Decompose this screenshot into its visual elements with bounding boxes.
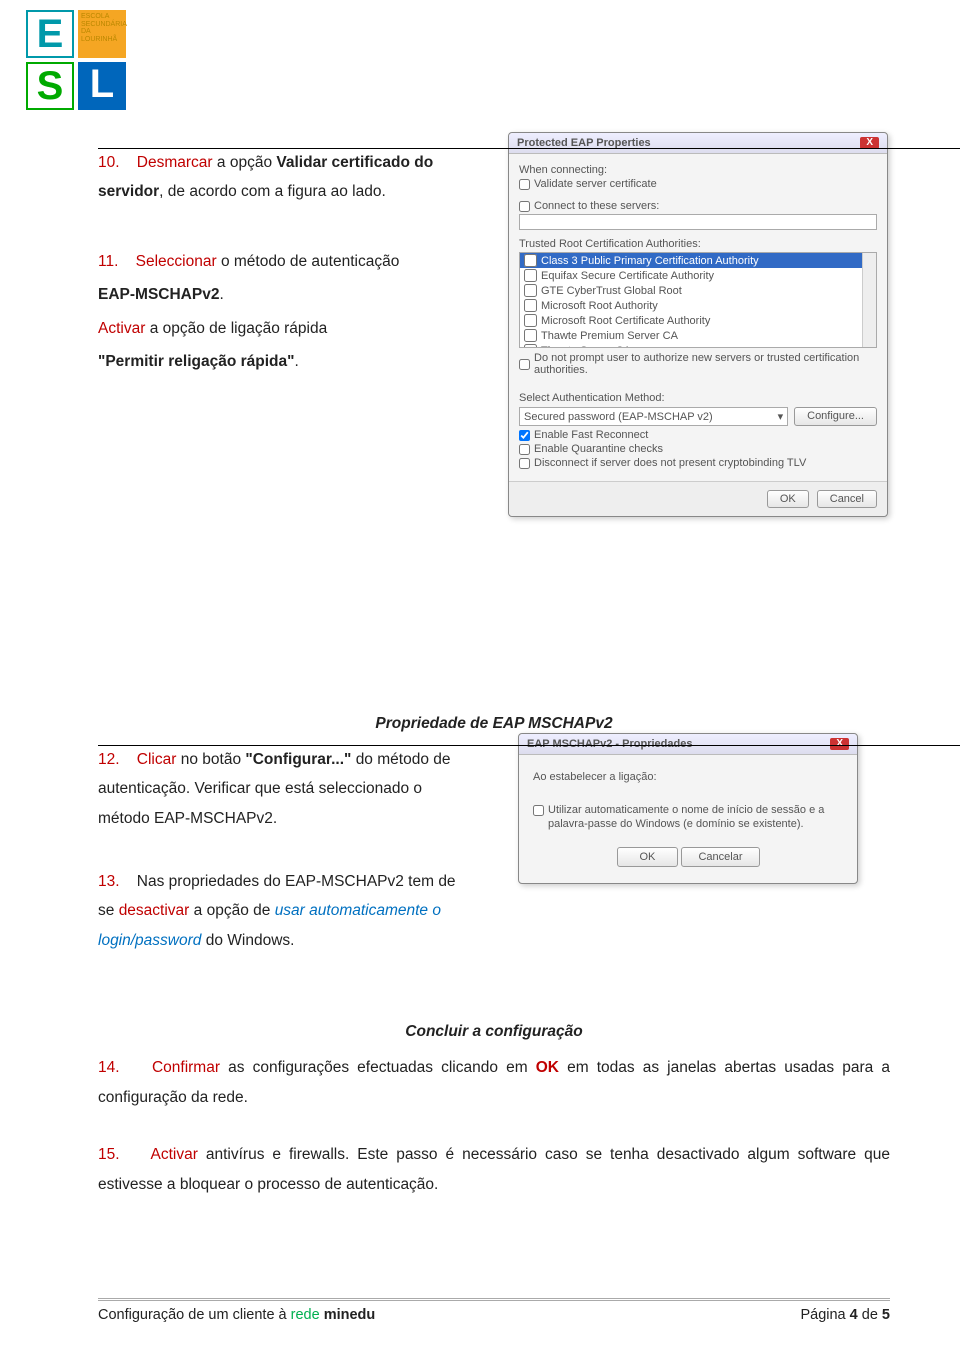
step-14: 14. Confirmar as configurações efectuada… xyxy=(98,1053,890,1112)
step-15: 15. Activar antivírus e firewalls. Este … xyxy=(98,1140,890,1199)
select-auth-label: Select Authentication Method: xyxy=(519,392,877,404)
heading-eap-mschapv2: Propriedade de EAP MSCHAPv2 xyxy=(98,715,890,733)
close-icon[interactable]: X xyxy=(830,738,849,750)
page-footer: Configuração de um cliente à rede minedu… xyxy=(98,1298,890,1323)
heading-conclude: Concluir a configuração xyxy=(98,1023,890,1041)
servers-input[interactable] xyxy=(519,214,877,230)
step-11: 11. Seleccionar o método de autenticação xyxy=(98,247,458,276)
when-connecting-label: When connecting: xyxy=(519,164,877,176)
ok-button[interactable]: OK xyxy=(617,847,679,867)
school-logo: E ESCOLA SECUNDÁRIA DA LOURINHÃ S L xyxy=(26,10,126,110)
dialog1-title: Protected EAP Properties xyxy=(517,137,651,149)
auto-login-checkbox[interactable]: Utilizar automaticamente o nome de iníci… xyxy=(533,803,843,832)
configure-button[interactable]: Configure... xyxy=(794,407,877,426)
protected-eap-dialog: Protected EAP Properties X When connecti… xyxy=(508,132,888,517)
cancel-button[interactable]: Cancel xyxy=(817,490,877,508)
quarantine-checkbox[interactable]: Enable Quarantine checks xyxy=(519,443,877,455)
cancel-button[interactable]: Cancelar xyxy=(681,847,759,867)
validate-cert-checkbox[interactable]: Validate server certificate xyxy=(519,178,877,190)
connect-servers-checkbox[interactable]: Connect to these servers: xyxy=(519,200,877,212)
chevron-down-icon: ▾ xyxy=(778,410,784,423)
step-13: 13. Nas propriedades do EAP-MSCHAPv2 tem… xyxy=(98,867,458,955)
step-12: 12. Clicar no botão "Configurar..." do m… xyxy=(98,745,458,833)
cryptobinding-checkbox[interactable]: Disconnect if server does not present cr… xyxy=(519,457,877,469)
close-icon[interactable]: X xyxy=(860,137,879,149)
trusted-ca-label: Trusted Root Certification Authorities: xyxy=(519,238,877,250)
step-10: 10. Desmarcar a opção Validar certificad… xyxy=(98,148,458,207)
ok-button[interactable]: OK xyxy=(767,490,809,508)
fast-reconnect-checkbox[interactable]: Enable Fast Reconnect xyxy=(519,429,877,441)
eap-mschapv2-dialog: EAP MSCHAPv2 - Propriedades X Ao estabel… xyxy=(518,733,858,885)
establish-connection-label: Ao estabelecer a ligação: xyxy=(533,771,843,783)
auth-method-select[interactable]: Secured password (EAP-MSCHAP v2)▾ xyxy=(519,407,788,426)
dialog2-title: EAP MSCHAPv2 - Propriedades xyxy=(527,738,692,750)
noprompt-checkbox[interactable]: Do not prompt user to authorize new serv… xyxy=(519,352,877,376)
ca-listbox[interactable]: Class 3 Public Primary Certification Aut… xyxy=(519,252,877,348)
